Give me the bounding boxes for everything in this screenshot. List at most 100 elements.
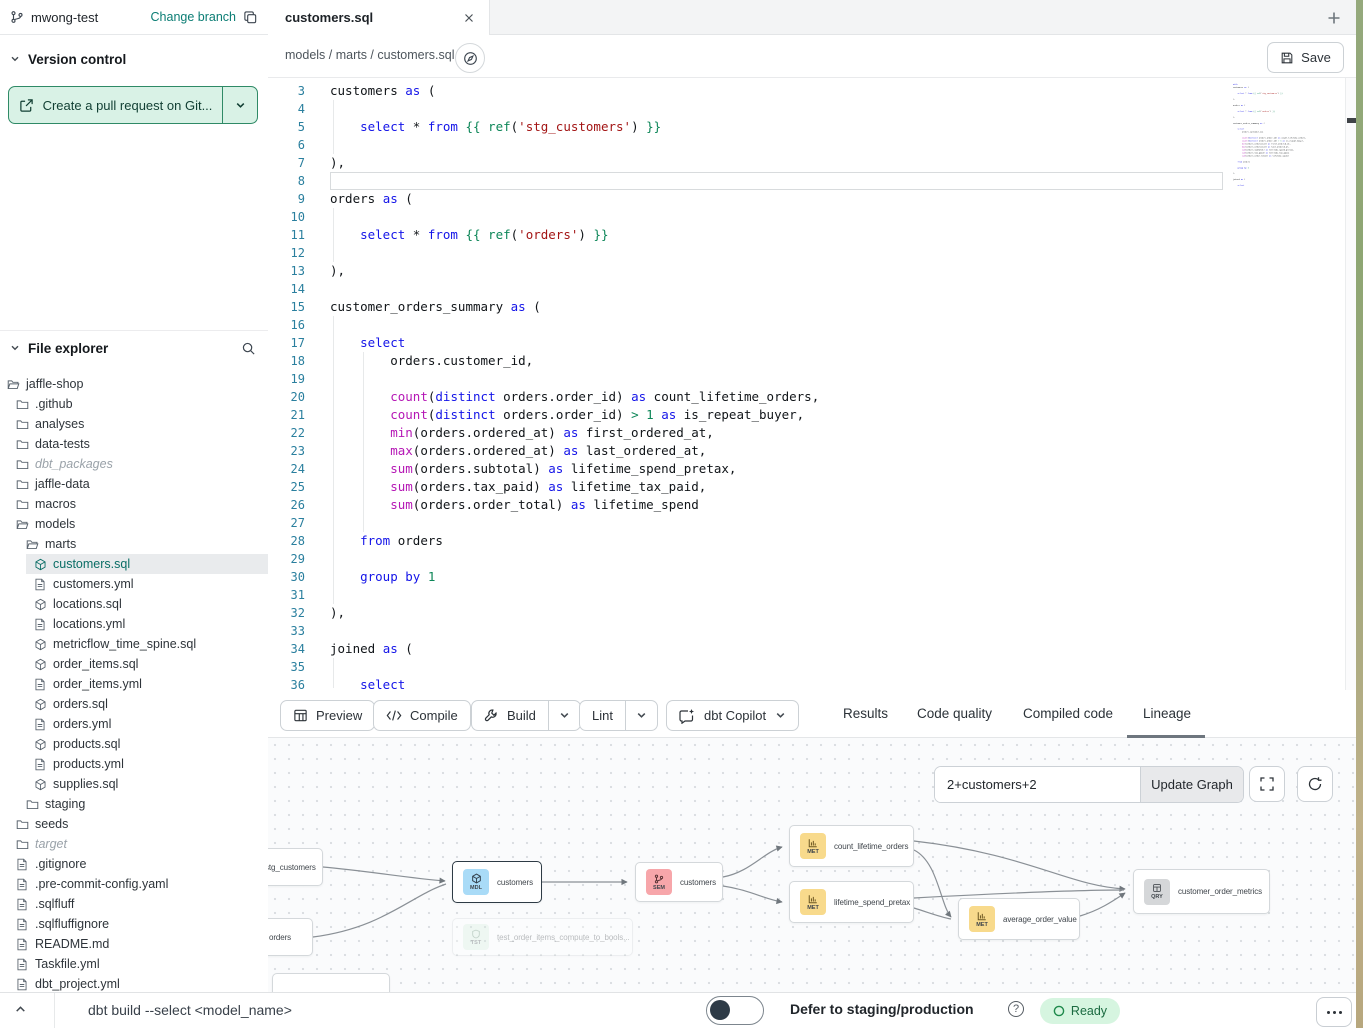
tree-item-order-items.sql[interactable]: order_items.sql xyxy=(0,654,268,674)
lineage-node-orders[interactable]: orders xyxy=(268,918,313,956)
create-pr-caret-button[interactable] xyxy=(222,87,257,123)
compile-button[interactable]: Compile xyxy=(373,700,471,731)
tree-item-.sqlfluffignore[interactable]: .sqlfluffignore xyxy=(0,914,268,934)
defer-toggle[interactable] xyxy=(706,996,764,1025)
build-button[interactable]: Build xyxy=(472,701,548,730)
version-control-header[interactable]: Version control xyxy=(0,48,269,70)
tree-item-jaffle-shop[interactable]: jaffle-shop xyxy=(0,374,268,394)
code-line-32[interactable]: 32), xyxy=(268,604,345,622)
lineage-node-lifetime_spend_pretax[interactable]: METlifetime_spend_pretax xyxy=(789,881,914,923)
code-editor[interactable]: 2with3customers as (45 select * from {{ … xyxy=(268,78,1356,690)
preview-button[interactable]: Preview xyxy=(280,700,375,731)
tab-results[interactable]: Results xyxy=(843,706,888,721)
lineage-node-customer_order_metrics[interactable]: QRYcustomer_order_metrics xyxy=(1133,869,1270,914)
code-line-33[interactable]: 33 xyxy=(268,622,330,640)
tree-item-customers.sql[interactable]: customers.sql xyxy=(0,554,268,574)
code-line-16[interactable]: 16 xyxy=(268,316,330,334)
lint-button[interactable]: Lint xyxy=(580,701,625,730)
code-line-17[interactable]: 17 select xyxy=(268,334,405,352)
file-explorer-header[interactable]: File explorer xyxy=(0,337,268,359)
tree-item-.gitignore[interactable]: .gitignore xyxy=(0,854,268,874)
create-pr-button-main[interactable]: Create a pull request on Git... xyxy=(9,87,222,123)
tree-item-analyses[interactable]: analyses xyxy=(0,414,268,434)
tree-item-supplies.sql[interactable]: supplies.sql xyxy=(0,774,268,794)
editor-minimap[interactable]: withcustomers as ( select * from {{ ref(… xyxy=(1233,83,1330,203)
tab-lineage[interactable]: Lineage xyxy=(1143,706,1191,721)
tree-item-models[interactable]: models xyxy=(0,514,268,534)
more-options-button[interactable] xyxy=(1316,997,1352,1027)
build-caret-button[interactable] xyxy=(549,701,580,730)
code-line-31[interactable]: 31 xyxy=(268,586,330,604)
update-graph-button[interactable]: Update Graph xyxy=(1140,767,1243,802)
code-line-12[interactable]: 12 xyxy=(268,244,330,262)
command-input[interactable]: dbt build --select <model_name> xyxy=(88,1002,292,1018)
search-icon[interactable] xyxy=(241,341,258,356)
chevron-up-icon[interactable] xyxy=(14,1003,27,1016)
code-line-7[interactable]: 7), xyxy=(268,154,345,172)
new-tab-button[interactable] xyxy=(1322,6,1346,30)
code-line-19[interactable]: 19 xyxy=(268,370,330,388)
code-line-34[interactable]: 34joined as ( xyxy=(268,640,413,658)
lineage-node-count_lifetime_orders[interactable]: METcount_lifetime_orders xyxy=(789,825,914,867)
tree-item-customers.yml[interactable]: customers.yml xyxy=(0,574,268,594)
code-line-22[interactable]: 22 min(orders.ordered_at) as first_order… xyxy=(268,424,714,442)
tree-item-staging[interactable]: staging xyxy=(0,794,268,814)
code-line-14[interactable]: 14 xyxy=(268,280,330,298)
tree-item-locations.sql[interactable]: locations.sql xyxy=(0,594,268,614)
code-line-15[interactable]: 15customer_orders_summary as ( xyxy=(268,298,541,316)
lineage-node-partial[interactable] xyxy=(272,973,390,992)
tree-item-marts[interactable]: marts xyxy=(0,534,268,554)
help-icon[interactable] xyxy=(1008,1001,1024,1017)
tree-item-data-tests[interactable]: data-tests xyxy=(0,434,268,454)
lineage-node-stg_customers[interactable]: stg_customers xyxy=(268,848,323,886)
tree-item-products.sql[interactable]: products.sql xyxy=(0,734,268,754)
code-line-9[interactable]: 9orders as ( xyxy=(268,190,413,208)
refresh-button[interactable] xyxy=(1297,766,1333,802)
code-line-27[interactable]: 27 xyxy=(268,514,330,532)
close-icon[interactable] xyxy=(463,12,475,24)
tree-item-orders.sql[interactable]: orders.sql xyxy=(0,694,268,714)
tree-item-README.md[interactable]: README.md xyxy=(0,934,268,954)
tree-item-jaffle-data[interactable]: jaffle-data xyxy=(0,474,268,494)
code-line-18[interactable]: 18 orders.customer_id, xyxy=(268,352,533,370)
tree-item-target[interactable]: target xyxy=(0,834,268,854)
code-line-5[interactable]: 5 select * from {{ ref('stg_customers') … xyxy=(268,118,661,136)
code-line-21[interactable]: 21 count(distinct orders.order_id) > 1 a… xyxy=(268,406,804,424)
lineage-node-customers[interactable]: MDLcustomers xyxy=(452,861,542,903)
code-line-13[interactable]: 13), xyxy=(268,262,345,280)
tree-item-dbt-project.yml[interactable]: dbt_project.yml xyxy=(0,974,268,992)
code-line-8[interactable]: 8 xyxy=(268,172,330,190)
compass-icon[interactable] xyxy=(455,43,485,73)
tree-item-order-items.yml[interactable]: order_items.yml xyxy=(0,674,268,694)
copy-icon[interactable] xyxy=(243,10,258,25)
tree-item-metricflow-time-spine.sql[interactable]: metricflow_time_spine.sql xyxy=(0,634,268,654)
lineage-selector-input[interactable] xyxy=(935,767,1140,802)
tree-item-products.yml[interactable]: products.yml xyxy=(0,754,268,774)
tree-item-orders.yml[interactable]: orders.yml xyxy=(0,714,268,734)
code-line-35[interactable]: 35 xyxy=(268,658,330,676)
code-line-28[interactable]: 28 from orders xyxy=(268,532,443,550)
code-line-11[interactable]: 11 select * from {{ ref('orders') }} xyxy=(268,226,609,244)
tree-item-.github[interactable]: .github xyxy=(0,394,268,414)
save-button[interactable]: Save xyxy=(1267,42,1344,73)
code-line-20[interactable]: 20 count(distinct orders.order_id) as co… xyxy=(268,388,819,406)
lineage-node-test_order_items_compute_to_bools[interactable]: TSTtest_order_items_compute_to_bools... xyxy=(452,918,633,956)
tree-item-macros[interactable]: macros xyxy=(0,494,268,514)
dbt-copilot-button[interactable]: dbt Copilot xyxy=(666,700,799,731)
code-line-24[interactable]: 24 sum(orders.subtotal) as lifetime_spen… xyxy=(268,460,736,478)
tab-customers-sql[interactable]: customers.sql xyxy=(268,0,490,35)
editor-scrollbar[interactable] xyxy=(1345,78,1356,690)
lint-caret-button[interactable] xyxy=(626,701,657,730)
tree-item-dbt-packages[interactable]: dbt_packages xyxy=(0,454,268,474)
fullscreen-button[interactable] xyxy=(1249,766,1285,802)
tree-item-Taskfile.yml[interactable]: Taskfile.yml xyxy=(0,954,268,974)
code-line-29[interactable]: 29 xyxy=(268,550,330,568)
lineage-panel[interactable]: stg_customersorders MDLcustomers TSTtest_o… xyxy=(268,738,1356,992)
lineage-node-customers[interactable]: SEMcustomers xyxy=(635,862,723,902)
change-branch-link[interactable]: Change branch xyxy=(151,10,236,24)
tree-item-.sqlfluff[interactable]: .sqlfluff xyxy=(0,894,268,914)
code-line-36[interactable]: 36 select xyxy=(268,676,405,690)
code-line-10[interactable]: 10 xyxy=(268,208,330,226)
tree-item-.pre-commit-config.yaml[interactable]: .pre-commit-config.yaml xyxy=(0,874,268,894)
build-button-group[interactable]: Build xyxy=(471,700,581,731)
